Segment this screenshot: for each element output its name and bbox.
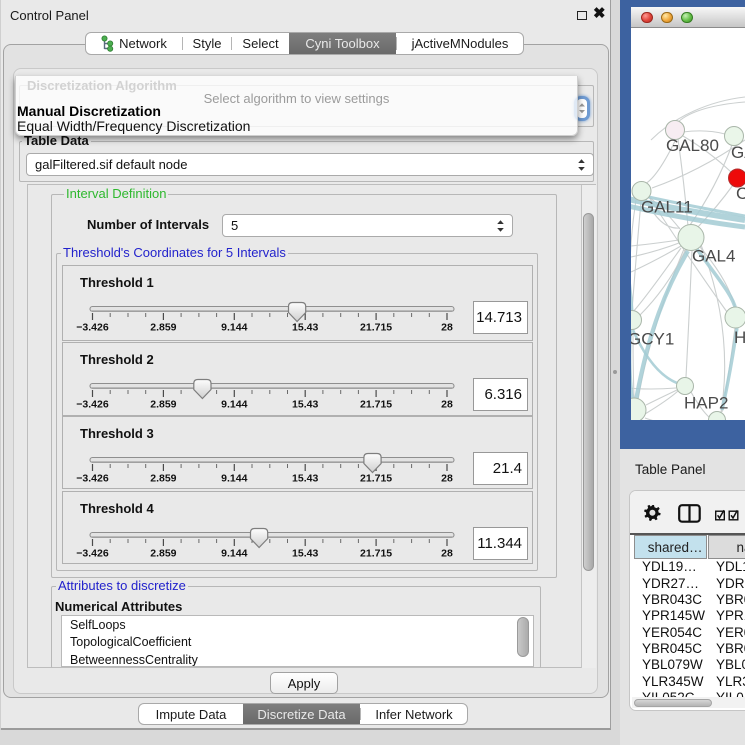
svg-text:9.144: 9.144	[221, 399, 247, 411]
svg-text:15.43: 15.43	[292, 548, 318, 560]
svg-text:21.715: 21.715	[360, 548, 392, 560]
svg-text:−3.426: −3.426	[76, 322, 109, 334]
svg-text:2.859: 2.859	[150, 473, 176, 485]
svg-text:2.859: 2.859	[150, 399, 176, 411]
svg-text:21.715: 21.715	[360, 399, 392, 411]
svg-text:28: 28	[441, 473, 453, 485]
svg-text:GAL4: GAL4	[692, 247, 735, 266]
svg-text:28: 28	[441, 322, 453, 334]
svg-text:GCY1: GCY1	[631, 330, 674, 349]
svg-text:C: C	[736, 184, 745, 203]
svg-text:−3.426: −3.426	[76, 473, 109, 485]
svg-text:−3.426: −3.426	[76, 399, 109, 411]
svg-text:15.43: 15.43	[292, 322, 318, 334]
svg-text:28: 28	[441, 399, 453, 411]
svg-text:−3.426: −3.426	[76, 548, 109, 560]
svg-text:9.144: 9.144	[221, 548, 247, 560]
svg-text:GAL11: GAL11	[641, 198, 693, 217]
svg-text:15.43: 15.43	[292, 473, 318, 485]
svg-text:21.715: 21.715	[360, 473, 392, 485]
svg-text:2.859: 2.859	[150, 322, 176, 334]
svg-text:H: H	[734, 328, 745, 347]
svg-text:GA: GA	[731, 143, 745, 162]
svg-text:GAL80: GAL80	[666, 136, 719, 155]
svg-text:9.144: 9.144	[221, 322, 247, 334]
svg-text:28: 28	[441, 548, 453, 560]
svg-text:15.43: 15.43	[292, 399, 318, 411]
svg-text:2.859: 2.859	[150, 548, 176, 560]
svg-text:9.144: 9.144	[221, 473, 247, 485]
svg-text:HAP2: HAP2	[684, 394, 728, 413]
svg-text:21.715: 21.715	[360, 322, 392, 334]
